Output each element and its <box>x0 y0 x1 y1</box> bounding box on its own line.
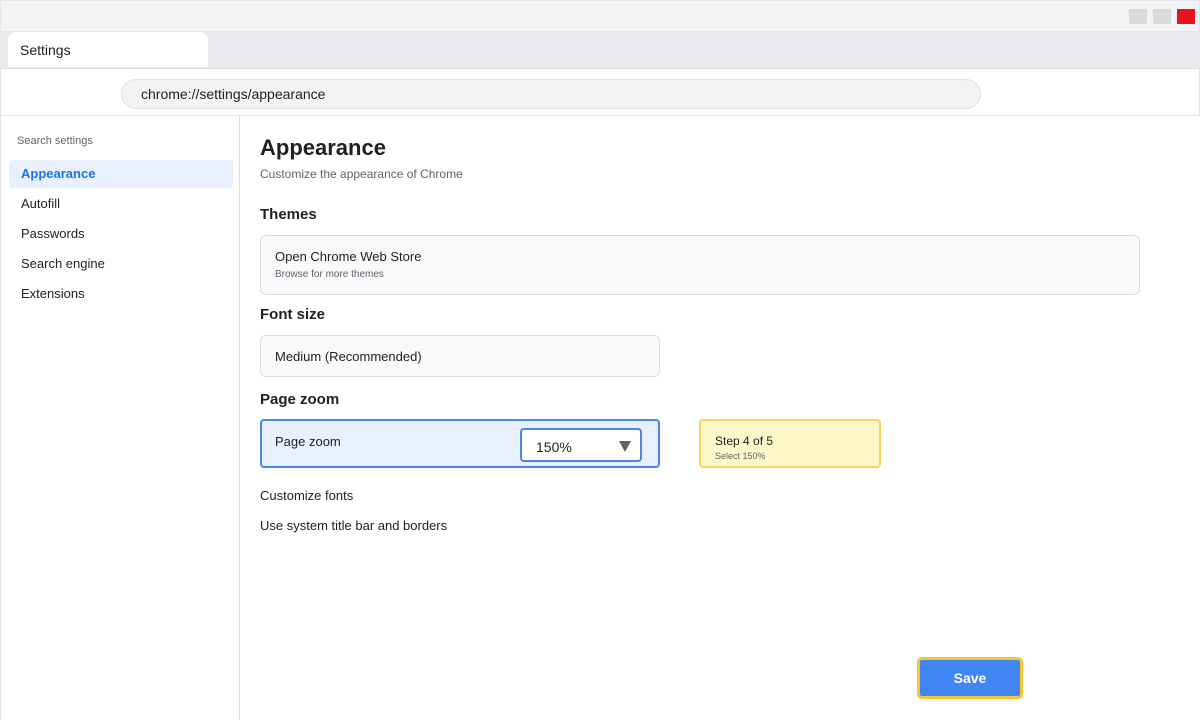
browser-toolbar: chrome://settings/appearance <box>0 68 1200 116</box>
sidebar-item-autofill[interactable]: Autofill <box>9 190 233 218</box>
settings-sidebar: Search settings Appearance Autofill Pass… <box>0 116 240 720</box>
sidebar-item-passwords[interactable]: Passwords <box>9 220 233 248</box>
settings-main: Appearance Customize the appearance of C… <box>240 116 1200 720</box>
search-settings-input[interactable]: Search settings <box>17 135 93 147</box>
close-button[interactable] <box>1177 9 1195 24</box>
tab-strip: Settings <box>0 32 1200 68</box>
page-zoom-select[interactable]: 150% <box>520 428 642 462</box>
sidebar-item-search-engine[interactable]: Search engine <box>9 250 233 278</box>
page-zoom-label: Page zoom <box>275 434 341 449</box>
step-hint-title: Step 4 of 5 <box>715 434 774 448</box>
system-title-bar-toggle[interactable]: Use system title bar and borders <box>260 518 447 533</box>
dropdown-arrow-icon <box>619 441 631 452</box>
web-store-title: Open Chrome Web Store <box>275 249 422 264</box>
font-size-heading: Font size <box>260 306 326 323</box>
window-title-bar <box>0 0 1200 32</box>
maximize-button[interactable] <box>1153 9 1171 24</box>
sidebar-item-extensions[interactable]: Extensions <box>9 280 233 308</box>
customize-fonts-link[interactable]: Customize fonts <box>260 488 353 503</box>
font-size-select[interactable]: Medium (Recommended) <box>260 335 660 377</box>
tab-settings[interactable]: Settings <box>8 32 208 67</box>
page-title: Appearance <box>260 135 386 160</box>
themes-heading: Themes <box>260 206 317 223</box>
save-button[interactable]: Save <box>917 657 1023 699</box>
minimize-button[interactable] <box>1129 9 1147 24</box>
address-bar[interactable]: chrome://settings/appearance <box>121 79 981 109</box>
page-zoom-row: Page zoom 150% <box>260 419 660 468</box>
page-zoom-heading: Page zoom <box>260 391 340 408</box>
sidebar-item-appearance[interactable]: Appearance <box>9 160 233 188</box>
page-zoom-value: 150% <box>536 439 572 455</box>
font-size-value: Medium (Recommended) <box>275 349 422 364</box>
step-hint-subtitle: Select 150% <box>715 451 766 461</box>
page-subtitle: Customize the appearance of Chrome <box>260 167 463 181</box>
chrome-web-store-card[interactable]: Open Chrome Web Store Browse for more th… <box>260 235 1140 295</box>
web-store-subtitle: Browse for more themes <box>275 269 384 280</box>
step-hint: Step 4 of 5 Select 150% <box>699 419 881 468</box>
